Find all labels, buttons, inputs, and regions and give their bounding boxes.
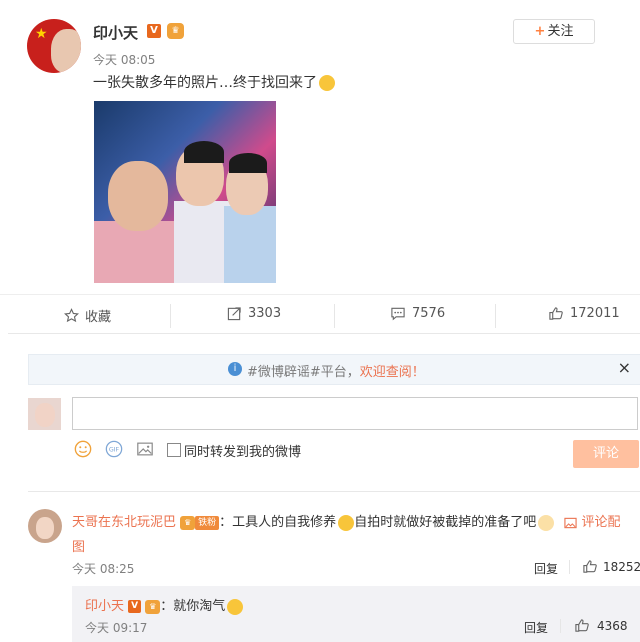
reply-button[interactable]: 回复 [534,560,558,577]
repost-checkbox[interactable] [167,443,181,457]
divider [569,560,570,574]
weibo-post-card: ★ 印小天 V ♛ + 关注 今天 08:05 一张失散多年的照片…终于找回来了 … [0,0,640,642]
avatar-face [51,29,81,73]
sub-reply-content: ：就你淘气 [160,599,226,614]
thumbs-up-icon [549,307,563,320]
divider [334,304,335,328]
divider [560,619,561,633]
image-comment-label-wrap[interactable]: 图 [72,536,85,555]
comment-time: 今天 08:25 [72,562,135,576]
avatar-face [35,403,55,427]
sub-reply-time: 今天 09:17 [85,621,148,635]
favorite-label: 收藏 [85,310,112,325]
comment-text-a: ：工具人的自我修养 [219,515,337,530]
comment-count: 7576 [412,306,446,321]
comment-button[interactable]: 7576 [390,306,445,321]
info-icon: i [228,362,242,376]
photo-face [108,161,168,231]
submit-comment-button[interactable]: 评论 [573,440,639,468]
photo-hair [184,141,224,163]
follow-label: 关注 [547,24,574,39]
post-text: 一张失散多年的照片…终于找回来了 [93,72,335,92]
avatar-face [36,517,54,539]
comment-text-b: 自拍时就做好被截掉的准备了吧 [354,515,537,530]
rumor-notice-bar: i #微博辟谣#平台，欢迎查阅！ × [28,354,640,385]
close-icon[interactable]: × [618,358,631,377]
repost-icon [227,307,241,321]
sub-reply-button[interactable]: 回复 [524,619,548,636]
photo-hair [229,153,267,173]
laughing-emoji-icon [338,514,355,531]
emoji-icon[interactable] [74,440,92,458]
post-photo[interactable] [94,101,276,283]
author-name[interactable]: 印小天 [93,22,138,43]
sub-reply-text: 印小天 V ♛ ：就你淘气 [85,595,244,615]
svg-text:GIF: GIF [109,447,120,454]
commenter-avatar[interactable] [28,509,62,543]
notice-prefix[interactable]: #微博辟谣#平台， [247,365,360,380]
verified-icon: V [147,24,161,38]
commenter-name[interactable]: 天哥在东北玩泥巴 [72,515,176,530]
notice-text: #微博辟谣#平台，欢迎查阅！ [247,361,425,380]
divider [28,491,640,492]
fan-badge: 铁粉 [195,515,220,530]
image-icon [564,517,577,528]
author-avatar[interactable]: ★ [27,19,81,73]
doge-emoji-icon [538,514,555,531]
repost-button[interactable]: 3303 [227,306,281,321]
image-comment-link[interactable]: 评论配 [564,515,621,530]
comment-like-count: 18252 [603,560,640,574]
divider [495,304,496,328]
plus-icon: + [534,24,546,39]
divider [170,304,171,328]
post-time[interactable]: 今天 08:05 [93,51,155,68]
star-icon: ★ [35,26,48,42]
sub-reply-author[interactable]: 印小天 [85,599,124,614]
member-crown-icon: ♛ [167,23,184,39]
member-crown-icon: ♛ [145,599,161,614]
verified-icon: V [128,600,142,613]
member-crown-icon: ♛ [180,515,196,530]
repost-count: 3303 [248,306,282,321]
comment-icon [391,307,405,321]
post-text-content: 一张失散多年的照片…终于找回来了 [93,75,317,91]
like-count: 172011 [570,306,620,321]
star-outline-icon [64,308,79,323]
image-comment-label: 评论配 [581,515,621,530]
divider [0,294,640,295]
comment-text: 天哥在东北玩泥巴 ♛ 铁粉 ：工具人的自我修养 自拍时就做好被截掉的准备了吧 评论配 [72,511,621,531]
favorite-button[interactable]: 收藏 [64,306,111,325]
my-avatar[interactable] [28,398,61,430]
notice-link[interactable]: 欢迎查阅！ [360,365,425,380]
thumbs-up-icon[interactable] [582,559,598,574]
crying-emoji-icon [319,75,335,91]
comment-input[interactable] [72,397,638,430]
divider [8,333,640,334]
sub-reply-like-count: 4368 [597,619,628,633]
smile-emoji-icon [227,598,244,615]
gif-icon[interactable]: GIF [105,440,123,458]
thumbs-up-icon[interactable] [574,618,590,633]
follow-button[interactable]: + 关注 [513,19,595,44]
image-icon[interactable] [136,440,154,458]
repost-checkbox-label[interactable]: 同时转发到我的微博 [184,441,301,460]
photo-shirt [224,206,276,283]
like-button[interactable]: 172011 [548,306,620,321]
